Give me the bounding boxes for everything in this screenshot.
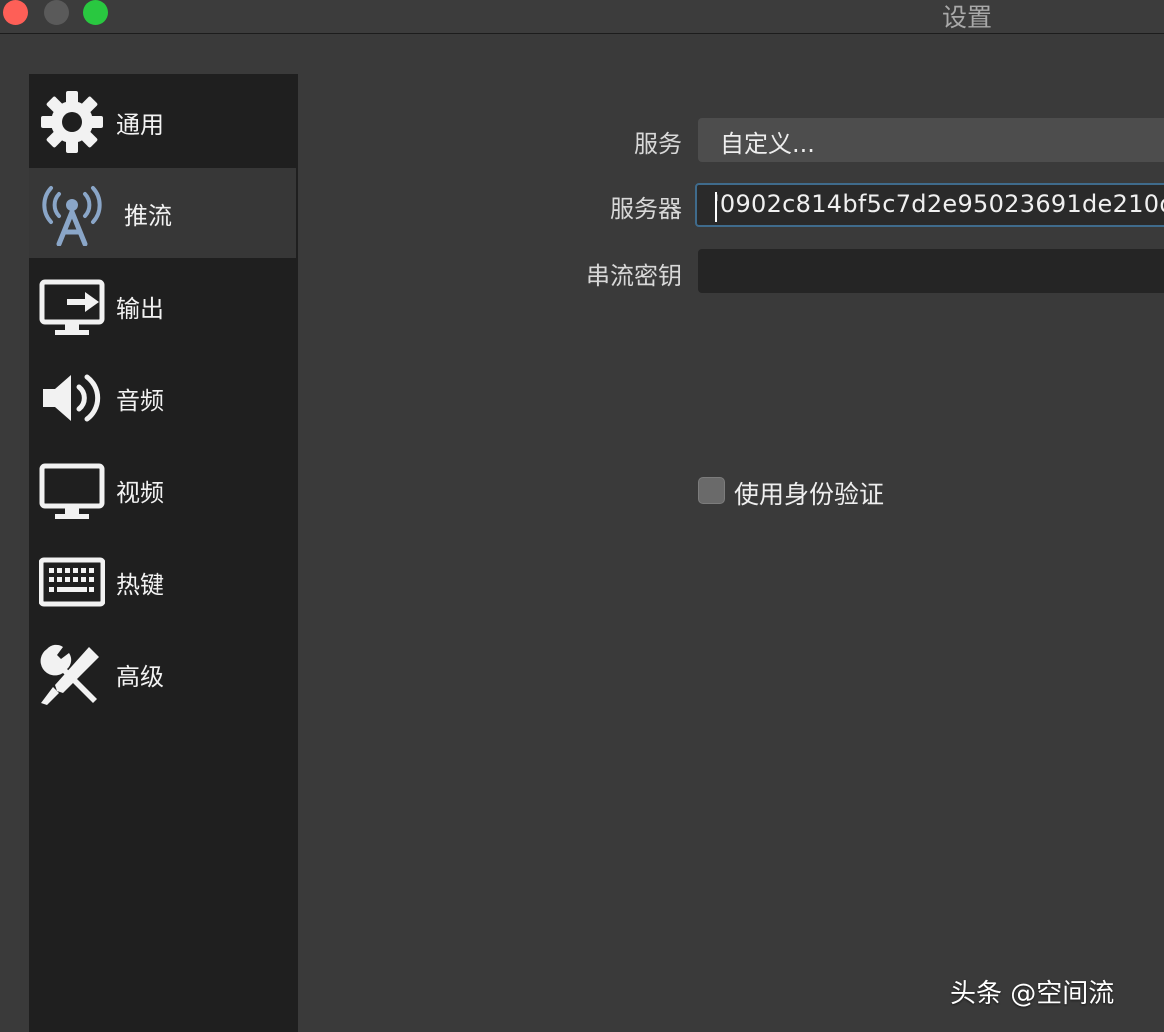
keyboard-icon xyxy=(39,557,105,607)
gear-icon xyxy=(41,91,103,153)
sidebar-item-label: 视频 xyxy=(116,479,164,507)
sidebar-item-general[interactable]: 通用 xyxy=(29,77,296,167)
server-label: 服务器 xyxy=(610,195,682,223)
settings-sidebar: 通用 推流 输出 音频 视频 热键 高级 xyxy=(29,74,298,1032)
use-authentication-label[interactable]: 使用身份验证 xyxy=(734,475,884,511)
sidebar-item-label: 通用 xyxy=(116,111,164,139)
monitor-icon xyxy=(39,463,105,519)
sidebar-item-stream[interactable]: 推流 xyxy=(29,168,296,258)
sidebar-item-audio[interactable]: 音频 xyxy=(29,353,296,443)
server-input-value: '0902c814bf5c7d2e95023691de210d xyxy=(713,190,1164,218)
title-bar: 设置 xyxy=(0,0,1164,34)
stream-key-input[interactable] xyxy=(698,249,1164,293)
sidebar-item-label: 热键 xyxy=(116,571,164,599)
sidebar-item-label: 高级 xyxy=(116,663,164,691)
sidebar-item-output[interactable]: 输出 xyxy=(29,261,296,351)
watermark: 头条 @空间流 xyxy=(950,979,1115,1009)
tools-icon xyxy=(40,644,99,705)
sidebar-item-video[interactable]: 视频 xyxy=(29,445,296,535)
service-label: 服务 xyxy=(634,130,682,158)
window-title: 设置 xyxy=(942,3,993,32)
sidebar-item-label: 推流 xyxy=(124,202,172,230)
sidebar-item-label: 输出 xyxy=(116,295,164,323)
use-authentication-checkbox[interactable] xyxy=(698,477,725,504)
service-selected-value: 自定义... xyxy=(720,130,815,158)
sidebar-item-hotkeys[interactable]: 热键 xyxy=(29,537,296,627)
text-caret xyxy=(715,192,717,222)
stream-key-label: 串流密钥 xyxy=(586,262,682,290)
minimize-window-button[interactable] xyxy=(44,0,69,25)
server-input[interactable]: '0902c814bf5c7d2e95023691de210d xyxy=(695,183,1164,227)
service-select[interactable]: 自定义... xyxy=(698,118,1164,162)
sidebar-item-label: 音频 xyxy=(116,387,164,415)
maximize-window-button[interactable] xyxy=(83,0,108,25)
sidebar-item-advanced[interactable]: 高级 xyxy=(29,629,296,719)
close-window-button[interactable] xyxy=(3,0,28,25)
output-monitor-icon xyxy=(39,279,105,335)
speaker-icon xyxy=(43,374,101,422)
broadcast-antenna-icon xyxy=(42,186,102,246)
